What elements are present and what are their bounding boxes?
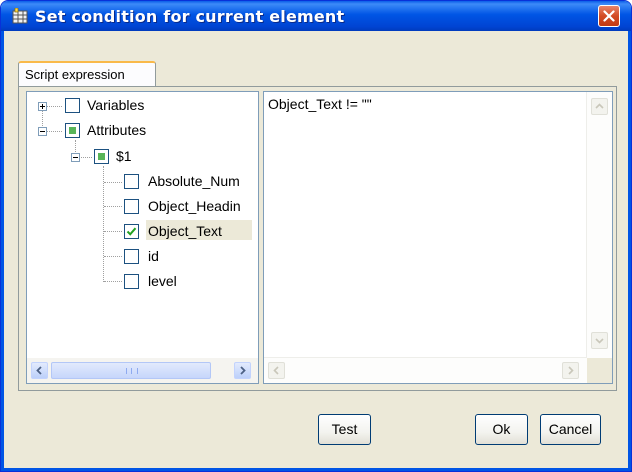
checkmark-icon xyxy=(126,227,137,236)
scroll-up-button[interactable] xyxy=(591,98,608,115)
tree-line xyxy=(104,206,122,207)
tree-item-variables[interactable]: Variables xyxy=(87,97,144,113)
tree-table-icon xyxy=(12,8,28,24)
collapse-attributes-button[interactable] xyxy=(38,127,47,136)
close-icon xyxy=(603,10,615,22)
expand-variables-button[interactable] xyxy=(38,102,47,111)
arrow-right-icon xyxy=(568,366,574,375)
scroll-thumb[interactable] xyxy=(51,362,211,379)
scroll-left-button[interactable] xyxy=(31,362,48,379)
variables-checkbox[interactable] xyxy=(65,98,80,113)
id-checkbox[interactable] xyxy=(124,249,139,264)
tree-line xyxy=(46,131,62,132)
close-button[interactable] xyxy=(598,5,620,27)
window-frame-right xyxy=(628,31,631,471)
editor-horizontal-scrollbar[interactable] xyxy=(264,357,587,383)
scroll-right-button[interactable] xyxy=(234,362,251,379)
tree-horizontal-scrollbar[interactable] xyxy=(27,358,258,383)
arrow-up-icon xyxy=(595,103,604,109)
tree-item-object-heading[interactable]: Object_Headin xyxy=(148,198,241,214)
tree-item-level[interactable]: level xyxy=(148,273,177,289)
tree-item-dollar1[interactable]: $1 xyxy=(116,148,132,164)
editor-vertical-scrollbar[interactable] xyxy=(586,92,612,358)
arrow-left-icon xyxy=(273,366,279,375)
tree-item-attributes[interactable]: Attributes xyxy=(87,122,146,138)
variable-tree: Variables Attributes $1 Absolute_Num Obj… xyxy=(27,92,258,358)
tree-line xyxy=(104,231,122,232)
title-bar[interactable]: Set condition for current element xyxy=(1,1,631,31)
tab-script-expression[interactable]: Script expression xyxy=(18,61,156,86)
window-frame-left xyxy=(1,31,4,471)
dialog-window: Set condition for current element Script… xyxy=(0,0,632,472)
absolute-num-checkbox[interactable] xyxy=(124,174,139,189)
scroll-right-button[interactable] xyxy=(562,362,579,379)
scroll-left-button[interactable] xyxy=(268,362,285,379)
tree-line xyxy=(104,182,122,183)
tree-line xyxy=(46,106,62,107)
ok-button[interactable]: Ok xyxy=(475,414,528,445)
tree-line xyxy=(75,140,76,152)
tree-line xyxy=(103,166,104,282)
level-checkbox[interactable] xyxy=(124,274,139,289)
cancel-button[interactable]: Cancel xyxy=(540,414,601,445)
tree-line xyxy=(78,157,92,158)
tree-line xyxy=(104,281,122,282)
scrollbar-corner xyxy=(587,358,612,383)
tree-item-absolute-num[interactable]: Absolute_Num xyxy=(148,173,240,189)
attributes-checkbox[interactable] xyxy=(65,123,80,138)
object-heading-checkbox[interactable] xyxy=(124,199,139,214)
test-button[interactable]: Test xyxy=(318,414,371,445)
collapse-dollar1-button[interactable] xyxy=(71,153,80,162)
tree-line xyxy=(104,256,122,257)
window-title: Set condition for current element xyxy=(35,7,345,26)
tree-panel: Variables Attributes $1 Absolute_Num Obj… xyxy=(26,91,259,384)
tree-item-id[interactable]: id xyxy=(148,248,159,264)
expression-text[interactable]: Object_Text != "" xyxy=(268,96,372,112)
arrow-left-icon xyxy=(36,366,42,375)
arrow-right-icon xyxy=(240,366,246,375)
expression-editor[interactable]: Object_Text != "" xyxy=(263,91,613,384)
scroll-down-button[interactable] xyxy=(591,332,608,349)
arrow-down-icon xyxy=(595,338,604,344)
object-text-checkbox[interactable] xyxy=(124,224,139,239)
dollar1-checkbox[interactable] xyxy=(94,149,109,164)
window-frame-bottom xyxy=(1,468,631,471)
tree-item-object-text[interactable]: Object_Text xyxy=(148,223,222,239)
scroll-grip-icon xyxy=(126,368,138,374)
